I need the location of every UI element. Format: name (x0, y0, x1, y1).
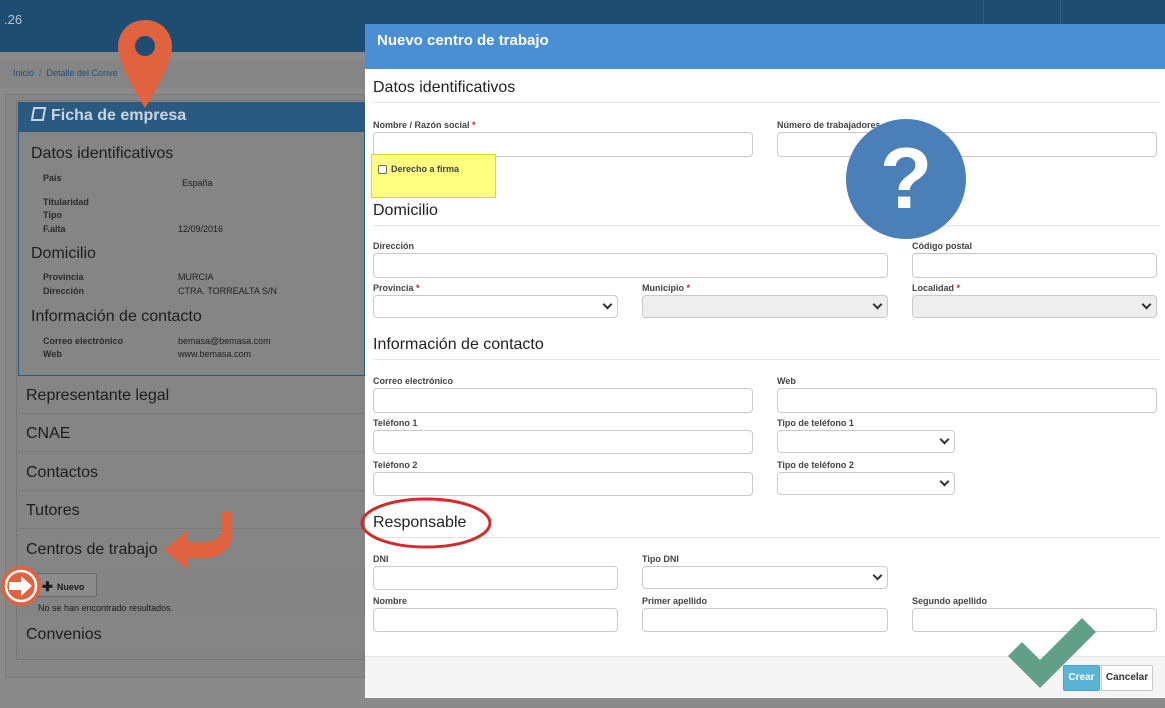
modal-header: Nuevo centro de trabajo (365, 24, 1165, 69)
checkmark-icon (1008, 618, 1096, 688)
accordion-representante-legal[interactable]: Representante legal (18, 377, 365, 414)
accordion-convenios[interactable]: Convenios (18, 616, 365, 653)
tipo-dni-label: Tipo DNI (642, 554, 679, 564)
chevron-down-icon (872, 570, 883, 581)
nombre-label: Nombre (373, 596, 408, 606)
breadcrumb: Inicio / Detalle del Conve (0, 60, 365, 88)
tipo-telefono1-label: Tipo de teléfono 1 (777, 418, 854, 428)
nuevo-centro-modal: Nuevo centro de trabajo Datos identifica… (365, 24, 1165, 698)
curved-arrow-icon (164, 512, 232, 570)
derecho-firma-highlight: Derecho a firma (371, 154, 496, 198)
titularidad-label: Titularidad (43, 197, 89, 207)
nuevo-label: Nuevo (56, 582, 85, 592)
breadcrumb-separator: / (39, 68, 42, 78)
correo-label: Correo electrónico (43, 336, 124, 346)
breadcrumb-home[interactable]: Inicio (13, 68, 34, 78)
chevron-down-icon (602, 299, 613, 310)
tipo-telefono2-select[interactable] (777, 472, 955, 495)
municipio-label: Municipio * (642, 283, 691, 293)
derecho-firma-label: Derecho a firma (391, 164, 460, 174)
correo-input[interactable] (373, 388, 753, 413)
book-icon (30, 107, 47, 121)
municipio-select[interactable] (642, 295, 888, 318)
falta-label: F.alta (43, 224, 66, 234)
direccion-label: Dirección (43, 286, 85, 296)
dni-label: DNI (373, 554, 389, 564)
chevron-down-icon (939, 434, 950, 445)
direccion-label: Dirección (373, 241, 415, 251)
chevron-down-icon (939, 476, 950, 487)
nuevo-button[interactable]: ✚ Nuevo (37, 573, 97, 597)
correo-value: bemasa@bemasa.com (178, 336, 271, 346)
web-value: www.bemasa.com (178, 349, 252, 359)
web-label: Web (43, 349, 62, 359)
segundo-apellido-label: Segundo apellido (912, 596, 988, 606)
tipo-dni-select[interactable] (642, 566, 888, 589)
chevron-down-icon (872, 299, 883, 310)
provincia-label: Provincia (43, 272, 84, 282)
arrow-right-icon (1, 566, 41, 606)
section-datos-identificativos: Datos identificativos (31, 145, 174, 162)
tipo-telefono2-label: Tipo de teléfono 2 (777, 460, 854, 470)
section-contacto: Información de contacto (31, 308, 202, 325)
derecho-firma-checkbox[interactable] (378, 165, 387, 174)
accordion-contactos[interactable]: Contactos (18, 454, 365, 491)
question-mark-glyph: ? (879, 131, 933, 227)
section-contacto: Información de contacto (373, 336, 1160, 360)
highlight-circle-icon (360, 497, 492, 549)
telefono2-input[interactable] (373, 472, 753, 496)
primer-apellido-input[interactable] (642, 608, 888, 632)
pais-value: España (182, 178, 213, 188)
pais-label: País (43, 173, 62, 183)
version-label: .26 (4, 12, 23, 27)
correo-label: Correo electrónico (373, 376, 454, 386)
direccion-value: CTRA. TORREALTA S/N (178, 286, 277, 296)
provincia-select[interactable] (373, 295, 618, 318)
nombre-razon-label: Nombre / Razón social * (373, 120, 476, 130)
telefono1-input[interactable] (373, 430, 753, 454)
accordion-cnae[interactable]: CNAE (18, 415, 365, 452)
num-trabajadores-input[interactable] (777, 132, 1157, 157)
primer-apellido-label: Primer apellido (642, 596, 708, 606)
breadcrumb-current[interactable]: Detalle del Conve (47, 68, 118, 78)
cancelar-button[interactable]: Cancelar (1101, 665, 1153, 691)
tipo-label: Tipo (43, 210, 62, 220)
section-datos-identificativos: Datos identificativos (373, 79, 1160, 103)
modal-title: Nuevo centro de trabajo (377, 32, 549, 49)
chevron-down-icon (1141, 299, 1152, 310)
section-domicilio: Domicilio (31, 245, 96, 262)
provincia-label: Provincia * (373, 283, 420, 293)
telefono1-label: Teléfono 1 (373, 418, 418, 428)
no-results-text: No se han encontrado resultados. (38, 603, 174, 613)
localidad-select[interactable] (912, 295, 1157, 318)
section-domicilio: Domicilio (373, 202, 1160, 226)
codigo-postal-input[interactable] (912, 253, 1157, 278)
direccion-input[interactable] (373, 253, 888, 278)
telefono2-label: Teléfono 2 (373, 460, 418, 470)
codigo-postal-label: Código postal (912, 241, 972, 251)
nombre-input[interactable] (373, 608, 618, 632)
location-pin-icon (118, 20, 172, 108)
tipo-telefono1-select[interactable] (777, 430, 955, 453)
falta-value: 12/09/2016 (178, 224, 224, 234)
dni-input[interactable] (373, 566, 618, 590)
web-input[interactable] (777, 388, 1157, 413)
provincia-value: MURCIA (178, 272, 214, 282)
web-label: Web (777, 376, 796, 386)
ficha-empresa-header[interactable]: Ficha de empresa (18, 102, 365, 132)
localidad-label: Localidad * (912, 283, 961, 293)
